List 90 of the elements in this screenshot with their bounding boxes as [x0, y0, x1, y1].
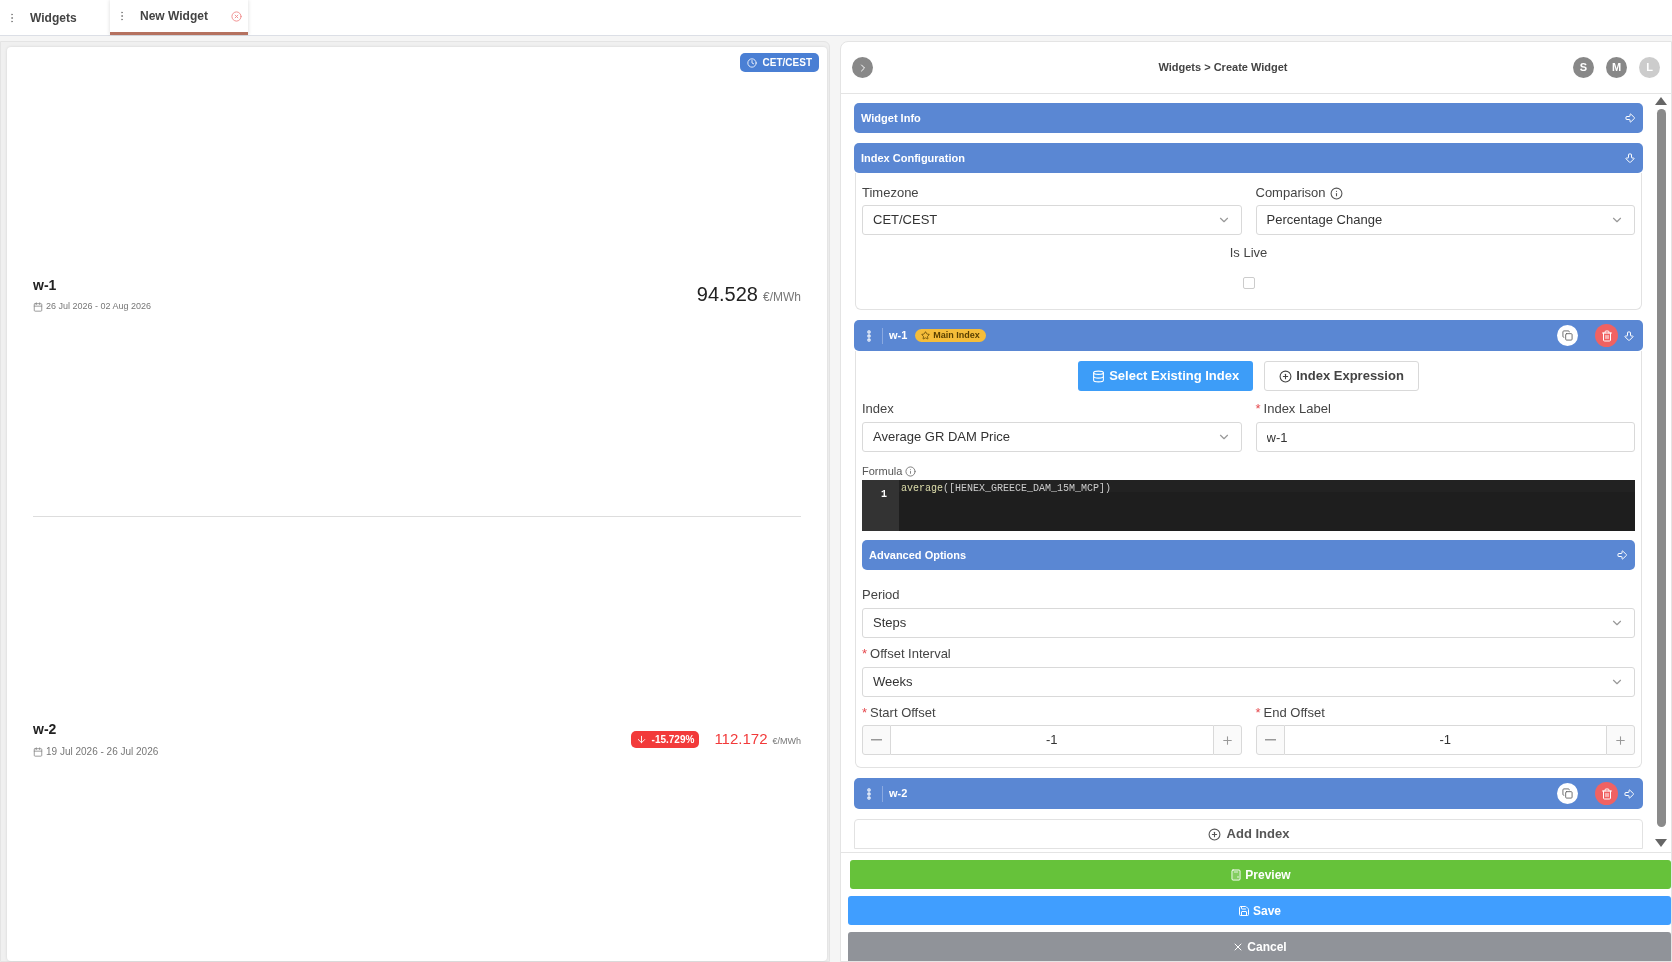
copy-button[interactable]	[1557, 783, 1578, 804]
comparison-select[interactable]: Percentage Change	[1255, 205, 1635, 235]
unit-label: €/MWh	[772, 734, 801, 748]
section-title: Widget Info	[861, 110, 921, 126]
collapse-button[interactable]	[852, 57, 873, 78]
required-asterisk: *	[862, 645, 868, 664]
unit-label: €/MWh	[763, 289, 801, 306]
add-index-button[interactable]: Add Index	[854, 819, 1643, 849]
info-icon	[905, 465, 917, 477]
minus-icon	[871, 739, 882, 741]
mode-button[interactable]: Index Expression	[1264, 361, 1419, 391]
field-label: Comparison	[1255, 184, 1326, 203]
minus-icon	[1264, 739, 1276, 741]
tab-label: Widgets	[30, 9, 77, 27]
series-name: w-1	[33, 275, 58, 295]
section-header[interactable]: Widget Info	[854, 103, 1643, 133]
code-editor[interactable]: 1 average([HENEX_GREECE_DAM_15M_MCP])	[862, 480, 1635, 531]
increment-button[interactable]	[1212, 725, 1242, 755]
timezone-select[interactable]: CET/CEST	[862, 205, 1242, 235]
database-icon	[1092, 369, 1106, 383]
arrow-right-icon	[1624, 112, 1636, 124]
save-icon	[1238, 904, 1250, 917]
scroll-down-icon[interactable]	[1655, 839, 1667, 847]
required-asterisk: *	[862, 704, 868, 723]
field-label: Start Offset	[870, 704, 936, 723]
index-name: w-1	[889, 328, 908, 344]
main-index-badge: Main Index	[915, 329, 986, 342]
offset-interval-select[interactable]: Weeks	[862, 667, 1635, 697]
index-label-field[interactable]: w-1	[1255, 422, 1635, 452]
field-label: Formula	[862, 463, 903, 479]
calendar-icon	[33, 301, 43, 312]
value-reading: 112.172	[714, 728, 768, 749]
field-label: Index	[862, 400, 894, 419]
copy-icon	[1562, 788, 1573, 799]
index-name: w-2	[889, 786, 908, 802]
arrow-right-icon	[1616, 549, 1628, 561]
date-range: 26 Jul 2026 - 02 Aug 2026	[46, 299, 152, 313]
index-select[interactable]: Average GR DAM Price	[862, 422, 1242, 452]
trash-icon	[1600, 787, 1613, 800]
field-label: Period	[862, 586, 900, 605]
index-header[interactable]: w-2	[854, 778, 1643, 809]
change-badge: -15.729%	[630, 730, 700, 748]
section-title: Advanced Options	[869, 547, 967, 563]
copy-icon	[1562, 330, 1573, 341]
tab[interactable]: Widgets	[0, 0, 90, 35]
breadcrumb: Widgets > Create Widget	[1158, 60, 1288, 76]
live-checkbox[interactable]	[1242, 276, 1255, 289]
required-asterisk: *	[1255, 400, 1261, 419]
delete-button[interactable]	[1595, 324, 1618, 347]
delete-button[interactable]	[1595, 782, 1618, 805]
field-label: Offset Interval	[870, 645, 951, 664]
scroll-up-icon[interactable]	[1655, 97, 1667, 105]
plus-icon	[1614, 733, 1627, 747]
copy-button[interactable]	[1557, 325, 1578, 346]
field-label: Timezone	[862, 184, 919, 203]
calculator-icon	[1230, 868, 1243, 881]
section-header[interactable]: Index Configuration	[854, 143, 1643, 173]
decrement-button[interactable]	[862, 725, 891, 755]
trash-icon	[1600, 329, 1613, 342]
plus-icon	[1220, 733, 1234, 747]
field-label: Index Label	[1263, 400, 1331, 419]
plus-circle-icon	[1207, 827, 1221, 841]
formula-code: average([HENEX_GREECE_DAM_15M_MCP])	[901, 483, 1112, 494]
section-title: Index Configuration	[861, 150, 965, 166]
number-field[interactable]: -1	[1284, 725, 1606, 755]
arrow-down-icon	[1623, 329, 1635, 342]
decrement-button[interactable]	[1255, 725, 1285, 755]
series-name: w-2	[33, 720, 58, 739]
info-icon	[1329, 186, 1343, 200]
index-header[interactable]: w-1 Main Index	[854, 320, 1643, 351]
line-number: 1	[881, 489, 887, 500]
period-select[interactable]: Steps	[862, 608, 1635, 638]
field-label: Is Live	[1229, 244, 1268, 262]
timezone-badge: CET/CEST	[739, 53, 819, 72]
date-range: 19 Jul 2026 - 26 Jul 2026	[46, 745, 159, 759]
value-reading: 94.528	[696, 282, 758, 307]
arrow-down-icon	[1624, 152, 1636, 164]
arrow-down-icon	[635, 733, 647, 745]
tab-label: New Widget	[140, 8, 208, 25]
scrollbar-thumb[interactable]	[1656, 109, 1666, 827]
required-asterisk: *	[1255, 704, 1261, 723]
section-header[interactable]: Advanced Options	[862, 540, 1635, 570]
plus-circle-icon	[1279, 369, 1293, 383]
calendar-icon	[33, 746, 43, 757]
field-label: End Offset	[1263, 704, 1325, 723]
arrow-right-icon	[1623, 787, 1635, 800]
number-field[interactable]: -1	[891, 725, 1213, 755]
user-avatar[interactable]: S	[1573, 57, 1594, 78]
user-avatar[interactable]: M	[1606, 57, 1627, 78]
close-icon[interactable]	[231, 10, 242, 22]
